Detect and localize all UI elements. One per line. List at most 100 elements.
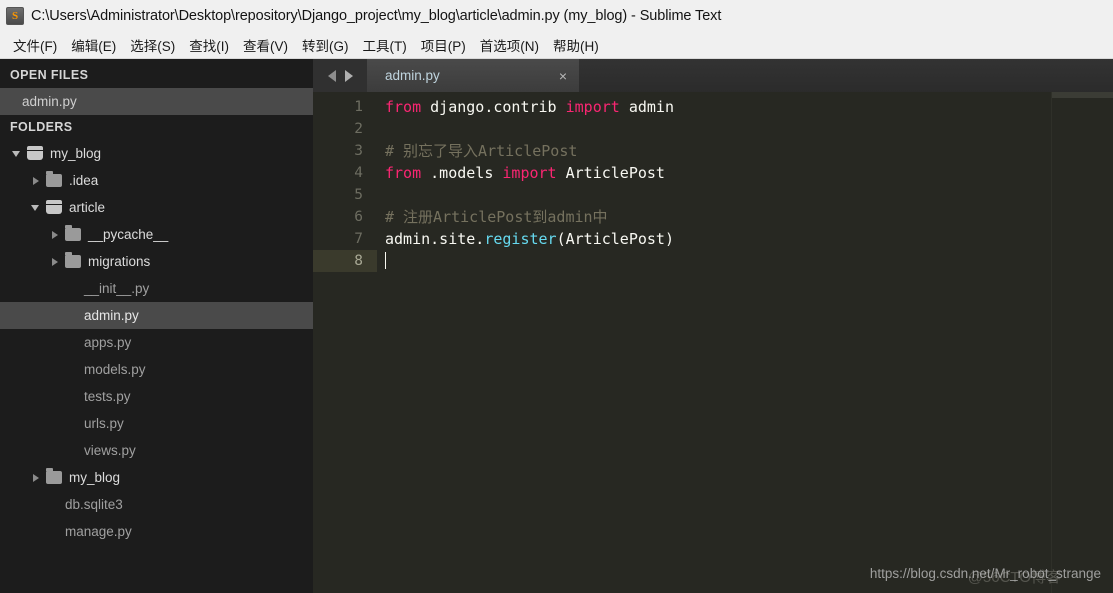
tree-file-label: admin.py — [84, 307, 139, 323]
code-token: # 别忘了导入ArticlePost — [385, 142, 578, 160]
chevron-down-icon[interactable] — [12, 149, 22, 159]
tree-folder-label: migrations — [88, 253, 151, 269]
code-line[interactable]: from .models import ArticlePost — [377, 162, 1051, 184]
tree-file-item[interactable]: tests.py — [0, 383, 313, 410]
code-line[interactable] — [377, 184, 1051, 206]
code-line[interactable]: # 注册ArticlePost到admin中 — [377, 206, 1051, 228]
code-token: from — [385, 164, 422, 182]
folder-tree: my_blog .idea article __pycache__ migrations… — [0, 140, 313, 545]
tree-file-item[interactable]: apps.py — [0, 329, 313, 356]
tab-close-icon[interactable]: × — [557, 69, 569, 83]
folder-open-icon — [27, 145, 43, 160]
tabs-host: admin.py × — [367, 59, 579, 92]
minimap-viewport[interactable] — [1052, 92, 1113, 98]
code-line[interactable] — [377, 118, 1051, 140]
sublime-text-window: S C:\Users\Administrator\Desktop\reposit… — [0, 0, 1113, 593]
workspace: OPEN FILES admin.py FOLDERS my_blog .idea… — [0, 59, 1113, 593]
code-text-area[interactable]: from django.contrib import admin # 别忘了导入A… — [377, 92, 1051, 593]
code-token: admin — [619, 98, 674, 116]
code-token: register — [484, 230, 557, 248]
code-line[interactable]: admin.site.register(ArticlePost) — [377, 228, 1051, 250]
code-line[interactable]: from django.contrib import admin — [377, 96, 1051, 118]
minimap[interactable] — [1051, 92, 1113, 593]
tree-file-item[interactable]: db.sqlite3 — [0, 491, 313, 518]
code-token: admin.site. — [385, 230, 485, 248]
tree-file-item[interactable]: urls.py — [0, 410, 313, 437]
tab-next-arrow-icon[interactable] — [344, 69, 353, 82]
tab-nav-group — [313, 59, 367, 92]
open-file-label: admin.py — [22, 93, 77, 109]
code-editor[interactable]: 1 2 3 4 5 6 7 8 from django.contrib import admi… — [313, 92, 1113, 593]
menu-bar: 文件(F) 编辑(E) 选择(S) 查找(I) 查看(V) 转到(G) 工具(T) 项目(P)… — [0, 32, 1113, 59]
open-files-list: admin.py — [0, 88, 313, 115]
line-number: 3 — [354, 143, 363, 159]
tree-file-label: __init__.py — [84, 280, 150, 296]
folders-header: FOLDERS — [10, 120, 73, 134]
code-token: .models — [421, 164, 503, 182]
editor-column: admin.py × 1 2 3 4 5 6 7 8 from django.contrib i… — [313, 59, 1113, 593]
open-file-item[interactable]: admin.py — [0, 88, 313, 115]
tree-file-label: tests.py — [84, 388, 131, 404]
tree-file-item[interactable]: models.py — [0, 356, 313, 383]
tree-file-label: manage.py — [65, 523, 132, 539]
editor-tab[interactable]: admin.py × — [367, 59, 579, 92]
code-token: from — [385, 98, 422, 116]
tree-file-label: db.sqlite3 — [65, 496, 123, 512]
tree-file-label: views.py — [84, 442, 136, 458]
tree-folder-item[interactable]: article — [0, 194, 313, 221]
folder-closed-icon — [65, 252, 81, 268]
code-token: import — [565, 98, 620, 116]
menu-selection[interactable]: 选择(S) — [123, 32, 182, 58]
menu-project[interactable]: 项目(P) — [414, 32, 473, 58]
tree-file-item[interactable]: admin.py — [0, 302, 313, 329]
tab-bar-empty-area — [579, 59, 1113, 92]
chevron-down-icon[interactable] — [31, 203, 41, 213]
tree-file-item[interactable]: views.py — [0, 437, 313, 464]
code-line[interactable] — [377, 250, 1051, 272]
chevron-right-icon[interactable] — [31, 473, 41, 483]
app-icon-letter: S — [11, 9, 19, 22]
tree-folder-item[interactable]: __pycache__ — [0, 221, 313, 248]
tree-folder-item[interactable]: migrations — [0, 248, 313, 275]
menu-find[interactable]: 查找(I) — [182, 32, 236, 58]
tree-file-item[interactable]: __init__.py — [0, 275, 313, 302]
code-line[interactable]: # 别忘了导入ArticlePost — [377, 140, 1051, 162]
tab-prev-arrow-icon[interactable] — [327, 69, 336, 82]
folder-closed-icon — [65, 225, 81, 241]
code-token: ArticlePost — [556, 164, 665, 182]
menu-file[interactable]: 文件(F) — [6, 32, 64, 58]
menu-edit[interactable]: 编辑(E) — [64, 32, 123, 58]
tree-file-label: apps.py — [84, 334, 132, 350]
tree-folder-item[interactable]: my_blog — [0, 464, 313, 491]
tree-folder-label: .idea — [69, 172, 99, 188]
menu-view[interactable]: 查看(V) — [236, 32, 295, 58]
chevron-right-icon[interactable] — [50, 257, 60, 267]
menu-tools[interactable]: 工具(T) — [356, 32, 414, 58]
tree-folder-label: __pycache__ — [88, 226, 169, 242]
tree-folder-label: article — [69, 199, 106, 215]
editor-tab-label: admin.py — [385, 68, 440, 83]
line-number: 4 — [354, 165, 363, 181]
tree-file-item[interactable]: manage.py — [0, 518, 313, 545]
code-token: (ArticlePost) — [556, 230, 674, 248]
folder-closed-icon — [46, 171, 62, 187]
line-number: 2 — [354, 121, 363, 137]
window-title: C:\Users\Administrator\Desktop\repositor… — [31, 8, 722, 24]
chevron-right-icon[interactable] — [31, 176, 41, 186]
menu-help[interactable]: 帮助(H) — [546, 32, 606, 58]
tree-folder-item[interactable]: my_blog — [0, 140, 313, 167]
tree-folder-item[interactable]: .idea — [0, 167, 313, 194]
tree-folder-label: my_blog — [69, 469, 121, 485]
menu-goto[interactable]: 转到(G) — [295, 32, 356, 58]
chevron-right-icon[interactable] — [50, 230, 60, 240]
text-cursor — [385, 252, 386, 269]
line-number: 1 — [354, 99, 363, 115]
folder-closed-icon — [46, 468, 62, 484]
menu-preferences[interactable]: 首选项(N) — [473, 32, 546, 58]
folder-open-icon — [46, 199, 62, 214]
